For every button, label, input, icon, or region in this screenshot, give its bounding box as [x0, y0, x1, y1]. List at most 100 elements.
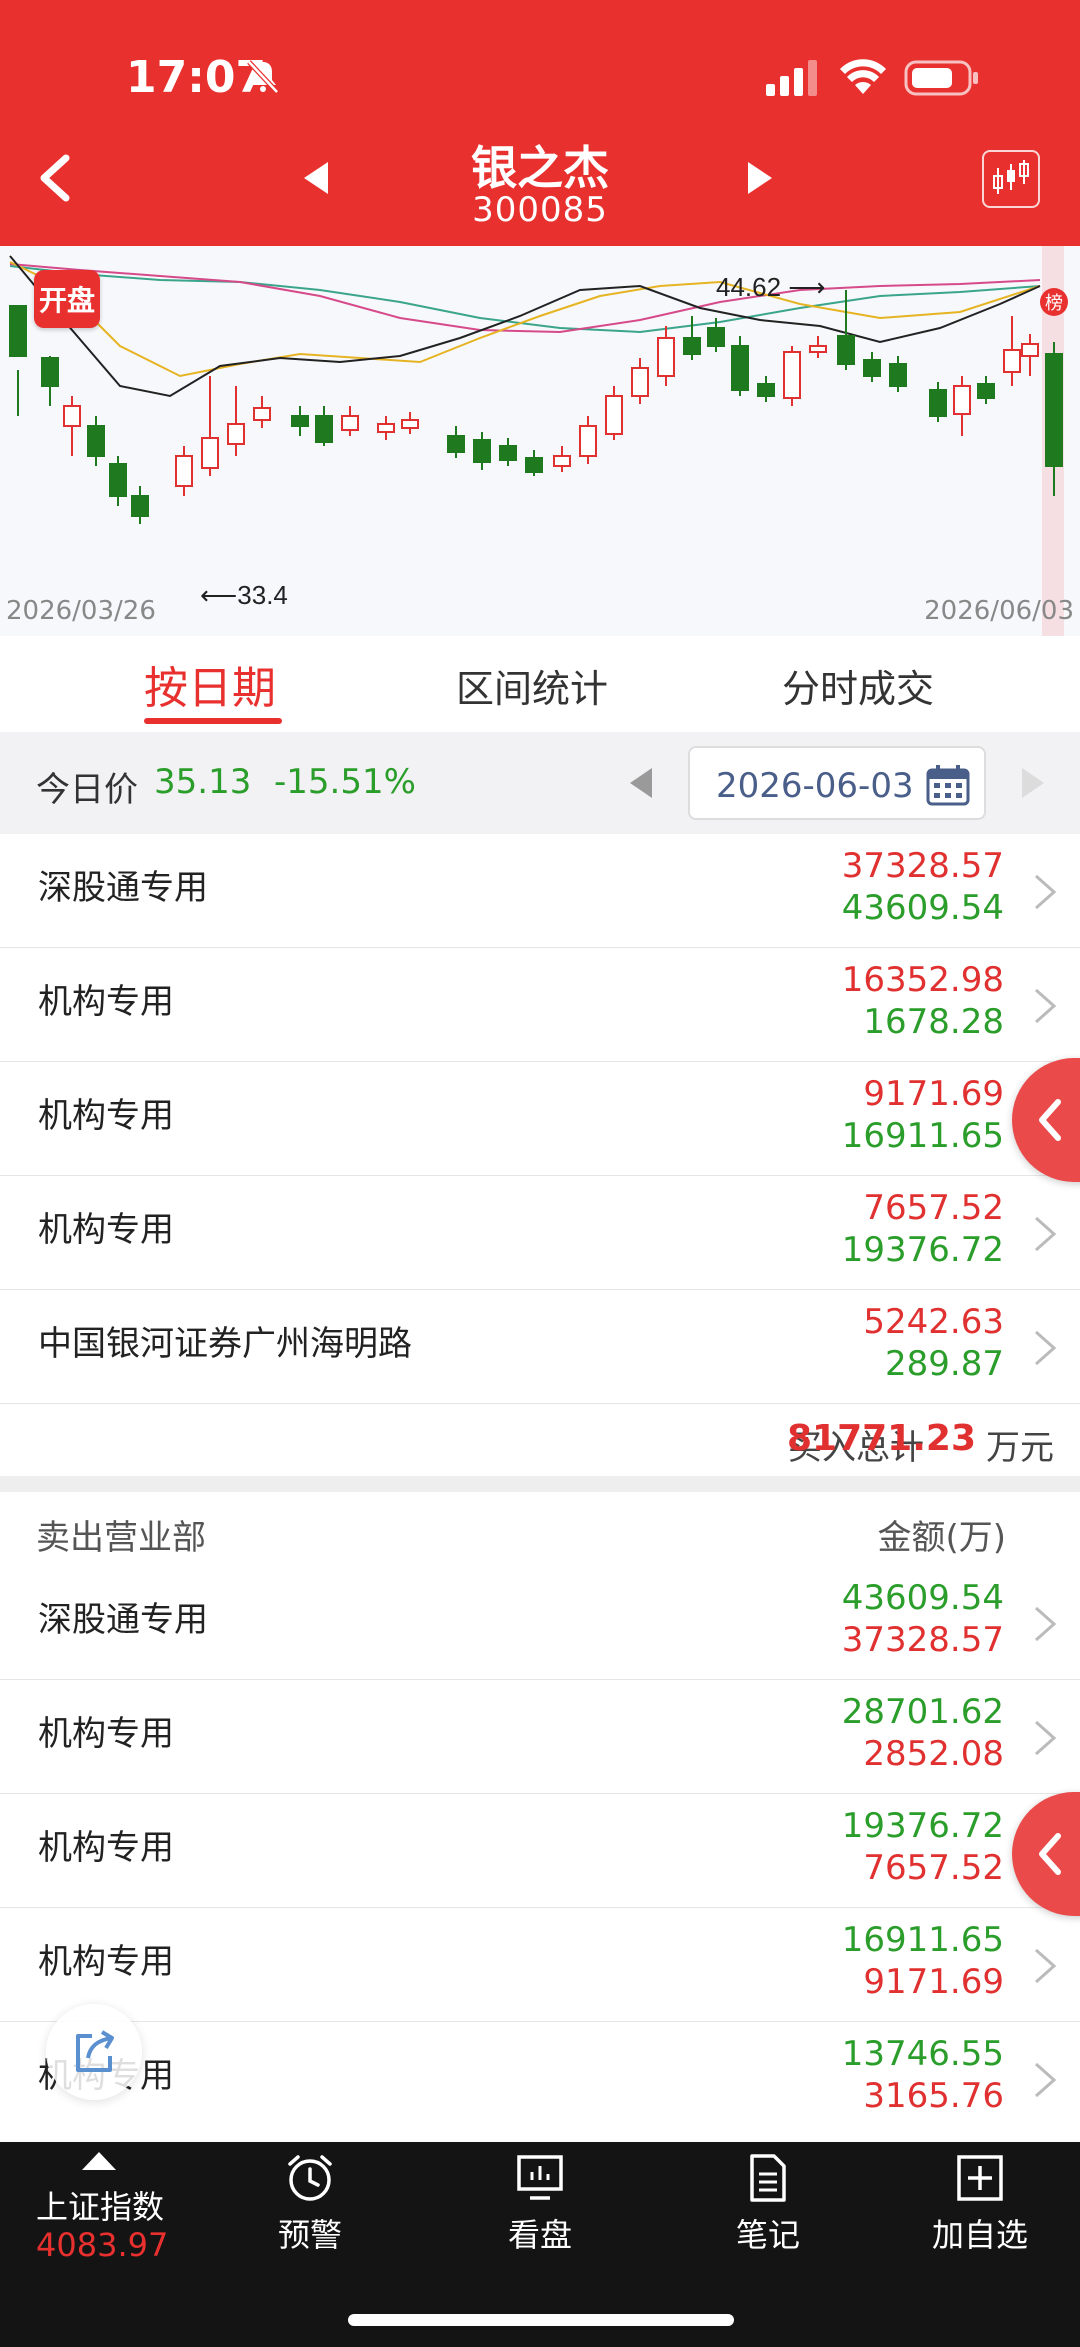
buy-amount: 9171.69 [863, 1074, 1004, 1114]
candle-body [253, 407, 271, 421]
nav-board[interactable]: 看盘 [480, 2152, 600, 2256]
sell-broker-row[interactable]: 机构专用 13746.55 3165.76 [0, 2022, 1080, 2136]
bell-off-icon [247, 60, 279, 94]
back-button[interactable] [32, 150, 82, 206]
broker-name: 深股通专用 [38, 1600, 208, 1640]
cellular-signal-icon [766, 60, 817, 96]
share-icon [76, 2030, 114, 2072]
alarm-clock-icon [288, 2155, 332, 2201]
today-price-label: 今日价 [36, 770, 138, 810]
candle-body [707, 327, 725, 347]
buy-broker-row[interactable]: 机构专用 7657.52 19376.72 [0, 1176, 1080, 1290]
broker-name: 中国银河证券广州海明路 [38, 1324, 412, 1364]
today-price-value: 35.13 [154, 762, 252, 802]
candlestick-toggle-button[interactable] [982, 150, 1040, 208]
candle-body [631, 367, 649, 397]
sell-broker-row[interactable]: 机构专用 28701.62 2852.08 [0, 1680, 1080, 1794]
candle-body [447, 435, 465, 453]
tab-range-stats[interactable]: 区间统计 [456, 658, 608, 713]
chevron-left-icon [1039, 1099, 1061, 1141]
sell-broker-row[interactable]: 机构专用 16911.65 9171.69 [0, 1908, 1080, 2022]
candle-body [553, 455, 571, 467]
candle-body [889, 363, 907, 387]
broker-name: 深股通专用 [38, 868, 208, 908]
tab-time-trades[interactable]: 分时成交 [782, 658, 934, 713]
buy-amount: 2852.08 [863, 1734, 1004, 1774]
sell-broker-row[interactable]: 机构专用 19376.72 7657.52 [0, 1794, 1080, 1908]
buy-amount: 37328.57 [841, 846, 1004, 886]
buy-broker-row[interactable]: 机构专用 9171.69 16911.65 [0, 1062, 1080, 1176]
add-square-icon [957, 2155, 1003, 2201]
candle-body [341, 415, 359, 431]
candle-body [473, 439, 491, 463]
candle-body [109, 463, 127, 497]
buy-broker-row[interactable]: 深股通专用 37328.57 43609.54 [0, 834, 1080, 948]
chevron-right-icon [1035, 1948, 1057, 1984]
date-prev-button[interactable] [626, 766, 656, 800]
next-stock-button[interactable] [742, 160, 776, 196]
candle-body [9, 305, 27, 357]
tab-by-date[interactable]: 按日期 [144, 652, 276, 716]
candle-body [87, 425, 105, 457]
chevron-right-icon [1035, 1330, 1057, 1366]
nav-add-watchlist[interactable]: 加自选 [920, 2152, 1040, 2256]
buy-amount: 5242.63 [863, 1302, 1004, 1342]
sell-amount: 13746.55 [841, 2034, 1004, 2074]
sell-amount: 1678.28 [863, 1002, 1004, 1042]
broker-name: 机构专用 [38, 1210, 174, 1250]
tab-bar: 按日期 区间统计 分时成交 [0, 636, 1080, 732]
sell-section-header: 卖出营业部 金额(万) [0, 1492, 1080, 1566]
chevron-right-icon [1035, 1216, 1057, 1252]
candle-body [657, 337, 675, 377]
index-name: 上证指数 [36, 2188, 165, 2226]
chart-end-date: 2026/06/03 [924, 596, 1074, 626]
open-badge: 开盘 [34, 270, 100, 328]
candle-body [579, 425, 597, 457]
sell-amount: 19376.72 [841, 1806, 1004, 1846]
amount-column-header: 金额(万) [877, 1518, 1006, 1558]
active-tab-indicator [144, 718, 282, 724]
candle-body [41, 357, 59, 387]
share-button[interactable] [46, 2004, 142, 2100]
monitor-chart-icon [517, 2155, 563, 2200]
broker-name: 机构专用 [38, 1714, 174, 1754]
section-divider [0, 1476, 1080, 1492]
chevron-right-icon [1035, 2062, 1057, 2098]
candle-body [131, 495, 149, 517]
prev-stock-button[interactable] [300, 160, 334, 196]
buy-amount: 7657.52 [863, 1848, 1004, 1888]
buy-broker-row[interactable]: 中国银河证券广州海明路 5242.63 289.87 [0, 1290, 1080, 1404]
buy-total-row: 买入总计 81771.23 万元 [0, 1404, 1080, 1476]
candle-body [401, 419, 419, 429]
broker-name: 机构专用 [38, 1096, 174, 1136]
candle-body [605, 395, 623, 435]
today-change-percent: -15.51% [274, 762, 416, 802]
nav-alert[interactable]: 预警 [250, 2152, 370, 2256]
nav-notes[interactable]: 笔记 [708, 2152, 828, 2256]
candle-body [377, 423, 395, 433]
kline-chart[interactable]: 44.62 ⟶ ⟵33.4 榜 开盘 2026/03/26 2026/06/03 [0, 246, 1080, 636]
buy-amount: 7657.52 [863, 1188, 1004, 1228]
candle-body [499, 445, 517, 461]
chevron-right-icon [1035, 874, 1057, 910]
buy-broker-row[interactable]: 机构专用 16352.98 1678.28 [0, 948, 1080, 1062]
candle-body [227, 423, 245, 445]
nav-notes-label: 笔记 [735, 2216, 800, 2254]
buy-amount: 37328.57 [841, 1620, 1004, 1660]
candle-body [291, 415, 309, 427]
nav-alert-label: 预警 [277, 2216, 342, 2254]
buy-amount: 9171.69 [863, 1962, 1004, 2002]
candle-body [863, 359, 881, 377]
broker-name: 机构专用 [38, 982, 174, 1022]
date-picker[interactable]: 2026-06-03 [688, 746, 986, 820]
kline-canvas: 44.62 ⟶ ⟵33.4 榜 [9, 246, 1068, 636]
sell-broker-row[interactable]: 深股通专用 43609.54 37328.57 [0, 1566, 1080, 1680]
sell-amount: 28701.62 [841, 1692, 1004, 1732]
buy-amount: 16352.98 [841, 960, 1004, 1000]
date-next-button[interactable] [1018, 766, 1048, 800]
sell-amount: 16911.65 [841, 1116, 1004, 1156]
sell-amount: 43609.54 [841, 888, 1004, 928]
chart-start-date: 2026/03/26 [6, 596, 156, 626]
sell-amount: 19376.72 [841, 1230, 1004, 1270]
stock-name: 银之杰 [471, 141, 609, 195]
